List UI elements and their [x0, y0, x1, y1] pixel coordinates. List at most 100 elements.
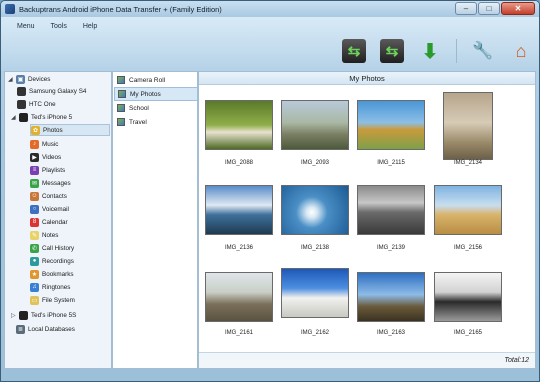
tree-label: Videos: [42, 153, 62, 161]
tree-label: Contacts: [42, 192, 67, 200]
album-camera-roll[interactable]: Camera Roll: [114, 73, 198, 87]
photo-thumbnail-animal[interactable]: [443, 92, 493, 160]
tree-label: Calendar: [42, 218, 68, 226]
photo-panel: My Photos IMG_2088 IMG_2093 IMG_2115 IMG…: [198, 71, 536, 369]
toolbar-divider: [456, 39, 457, 63]
photo-caption: IMG_2139: [376, 245, 406, 251]
menu-item-tools[interactable]: Tools: [51, 23, 67, 30]
tree-item-file-system[interactable]: ▭ File System: [30, 294, 75, 306]
collapse-icon: ◢: [11, 114, 16, 121]
contacts-icon: ☺: [30, 191, 39, 201]
transfer-android-to-iphone-icon[interactable]: ⇆: [342, 39, 366, 63]
album-label: Camera Roll: [129, 76, 166, 84]
tree-devices[interactable]: ◢ ▣ Devices: [8, 73, 50, 85]
export-icon[interactable]: ⬇: [418, 39, 442, 63]
tree-item-photos[interactable]: ✿ Photos: [30, 124, 110, 136]
tree-local-databases[interactable]: ≣ Local Databases: [8, 323, 75, 335]
notes-icon: ✎: [30, 230, 39, 240]
tree-label: Music: [42, 140, 59, 148]
photo-thumbnail-lion[interactable]: [357, 100, 425, 150]
close-button[interactable]: ✕: [501, 2, 535, 15]
tree-item-ringtones[interactable]: ♫ Ringtones: [30, 281, 70, 293]
album-list: Camera Roll My Photos School Travel: [112, 71, 198, 369]
devices-icon: ▣: [16, 74, 25, 84]
album-school[interactable]: School: [114, 101, 198, 115]
photo-thumbnail-windmill[interactable]: [357, 272, 425, 322]
tree-item-bookmarks[interactable]: ★ Bookmarks: [30, 268, 74, 280]
tree-item-music[interactable]: ♪ Music: [30, 138, 58, 150]
photo-thumbnail-elephant[interactable]: [205, 272, 273, 322]
videos-icon: ▶: [30, 152, 39, 162]
tree-label: Devices: [28, 75, 51, 83]
tree-item-videos[interactable]: ▶ Videos: [30, 151, 61, 163]
android-phone-icon: [17, 99, 26, 109]
tree-label: HTC One: [29, 100, 56, 108]
menu-item-menu[interactable]: Menu: [17, 23, 35, 30]
status-bar: Total:12: [199, 352, 535, 368]
photos-icon: ✿: [31, 125, 40, 135]
android-phone-icon: [17, 86, 26, 96]
maximize-button[interactable]: □: [478, 2, 500, 15]
tree-item-recordings[interactable]: ● Recordings: [30, 255, 74, 267]
album-my-photos[interactable]: My Photos: [114, 87, 198, 101]
tree-device-iphone5s[interactable]: ▷ Ted's iPhone 5S: [11, 309, 76, 321]
tree-item-voicemail[interactable]: ○ Voicemail: [30, 203, 69, 215]
header: Menu Tools Help ⇆ ⇆ ⬇ 🔧 ⌂: [1, 17, 539, 71]
tree-label: Messages: [42, 179, 71, 187]
tree-device-htc[interactable]: HTC One: [17, 98, 56, 110]
photo-caption: IMG_2165: [453, 330, 483, 336]
tree-label: Samsung Galaxy S4: [29, 87, 87, 95]
tree-label: Recordings: [42, 257, 74, 265]
tree-label: Ringtones: [42, 283, 71, 291]
folder-icon: ▭: [30, 295, 39, 305]
photo-caption: IMG_2161: [224, 330, 254, 336]
window-title: Backuptrans Android iPhone Data Transfer…: [19, 4, 222, 14]
photo-caption: IMG_2093: [300, 160, 330, 166]
album-icon: [118, 90, 126, 98]
tools-icon[interactable]: 🔧: [471, 39, 495, 63]
photo-thumbnail-swan[interactable]: [281, 185, 349, 235]
photo-caption: IMG_2134: [453, 160, 483, 166]
photo-caption: IMG_2156: [453, 245, 483, 251]
minimize-button[interactable]: –: [455, 2, 477, 15]
total-count: Total:12: [504, 357, 529, 364]
photo-thumbnail-car[interactable]: [357, 185, 425, 235]
tree-item-calendar[interactable]: 8 Calendar: [30, 216, 68, 228]
tree-device-iphone5[interactable]: ◢ Ted's iPhone 5: [11, 111, 72, 123]
photo-thumbnail-black-car[interactable]: [434, 272, 502, 322]
photo-thumbnail-pyramids[interactable]: [434, 185, 502, 235]
collapse-icon: ◢: [8, 76, 13, 83]
tree-item-contacts[interactable]: ☺ Contacts: [30, 190, 67, 202]
photo-caption: IMG_2138: [300, 245, 330, 251]
album-icon: [117, 76, 125, 84]
recordings-icon: ●: [30, 256, 39, 266]
tree-item-messages[interactable]: ✉ Messages: [30, 177, 71, 189]
tree-item-call-history[interactable]: ✆ Call History: [30, 242, 74, 254]
title-bar: Backuptrans Android iPhone Data Transfer…: [1, 1, 539, 17]
toolbar: ⇆ ⇆ ⬇ 🔧 ⌂: [342, 39, 533, 63]
tree-label: Notes: [42, 231, 59, 239]
photo-thumbnail-great-wall[interactable]: [281, 100, 349, 150]
menu-bar: Menu Tools Help: [17, 23, 97, 30]
home-icon[interactable]: ⌂: [509, 39, 533, 63]
tree-item-playlists[interactable]: ≡ Playlists: [30, 164, 65, 176]
window-controls: – □ ✕: [455, 2, 535, 15]
transfer-iphone-to-android-icon[interactable]: ⇆: [380, 39, 404, 63]
photo-caption: IMG_2136: [224, 245, 254, 251]
photo-thumbnail-capitol[interactable]: [281, 268, 349, 318]
tree-label: Call History: [42, 244, 75, 252]
tree-item-notes[interactable]: ✎ Notes: [30, 229, 58, 241]
album-travel[interactable]: Travel: [114, 115, 198, 129]
photo-thumbnail-river[interactable]: [205, 185, 273, 235]
photo-thumbnail-dog[interactable]: [205, 100, 273, 150]
album-label: School: [129, 104, 149, 112]
menu-item-help[interactable]: Help: [83, 23, 97, 30]
iphone-icon: [19, 310, 28, 320]
album-icon: [117, 104, 125, 112]
tree-label: Ted's iPhone 5: [31, 113, 73, 121]
tree-label: Ted's iPhone 5S: [31, 311, 77, 319]
calendar-icon: 8: [30, 217, 39, 227]
photo-caption: IMG_2115: [377, 160, 405, 166]
tree-device-samsung[interactable]: Samsung Galaxy S4: [17, 85, 86, 97]
voicemail-icon: ○: [30, 204, 39, 214]
